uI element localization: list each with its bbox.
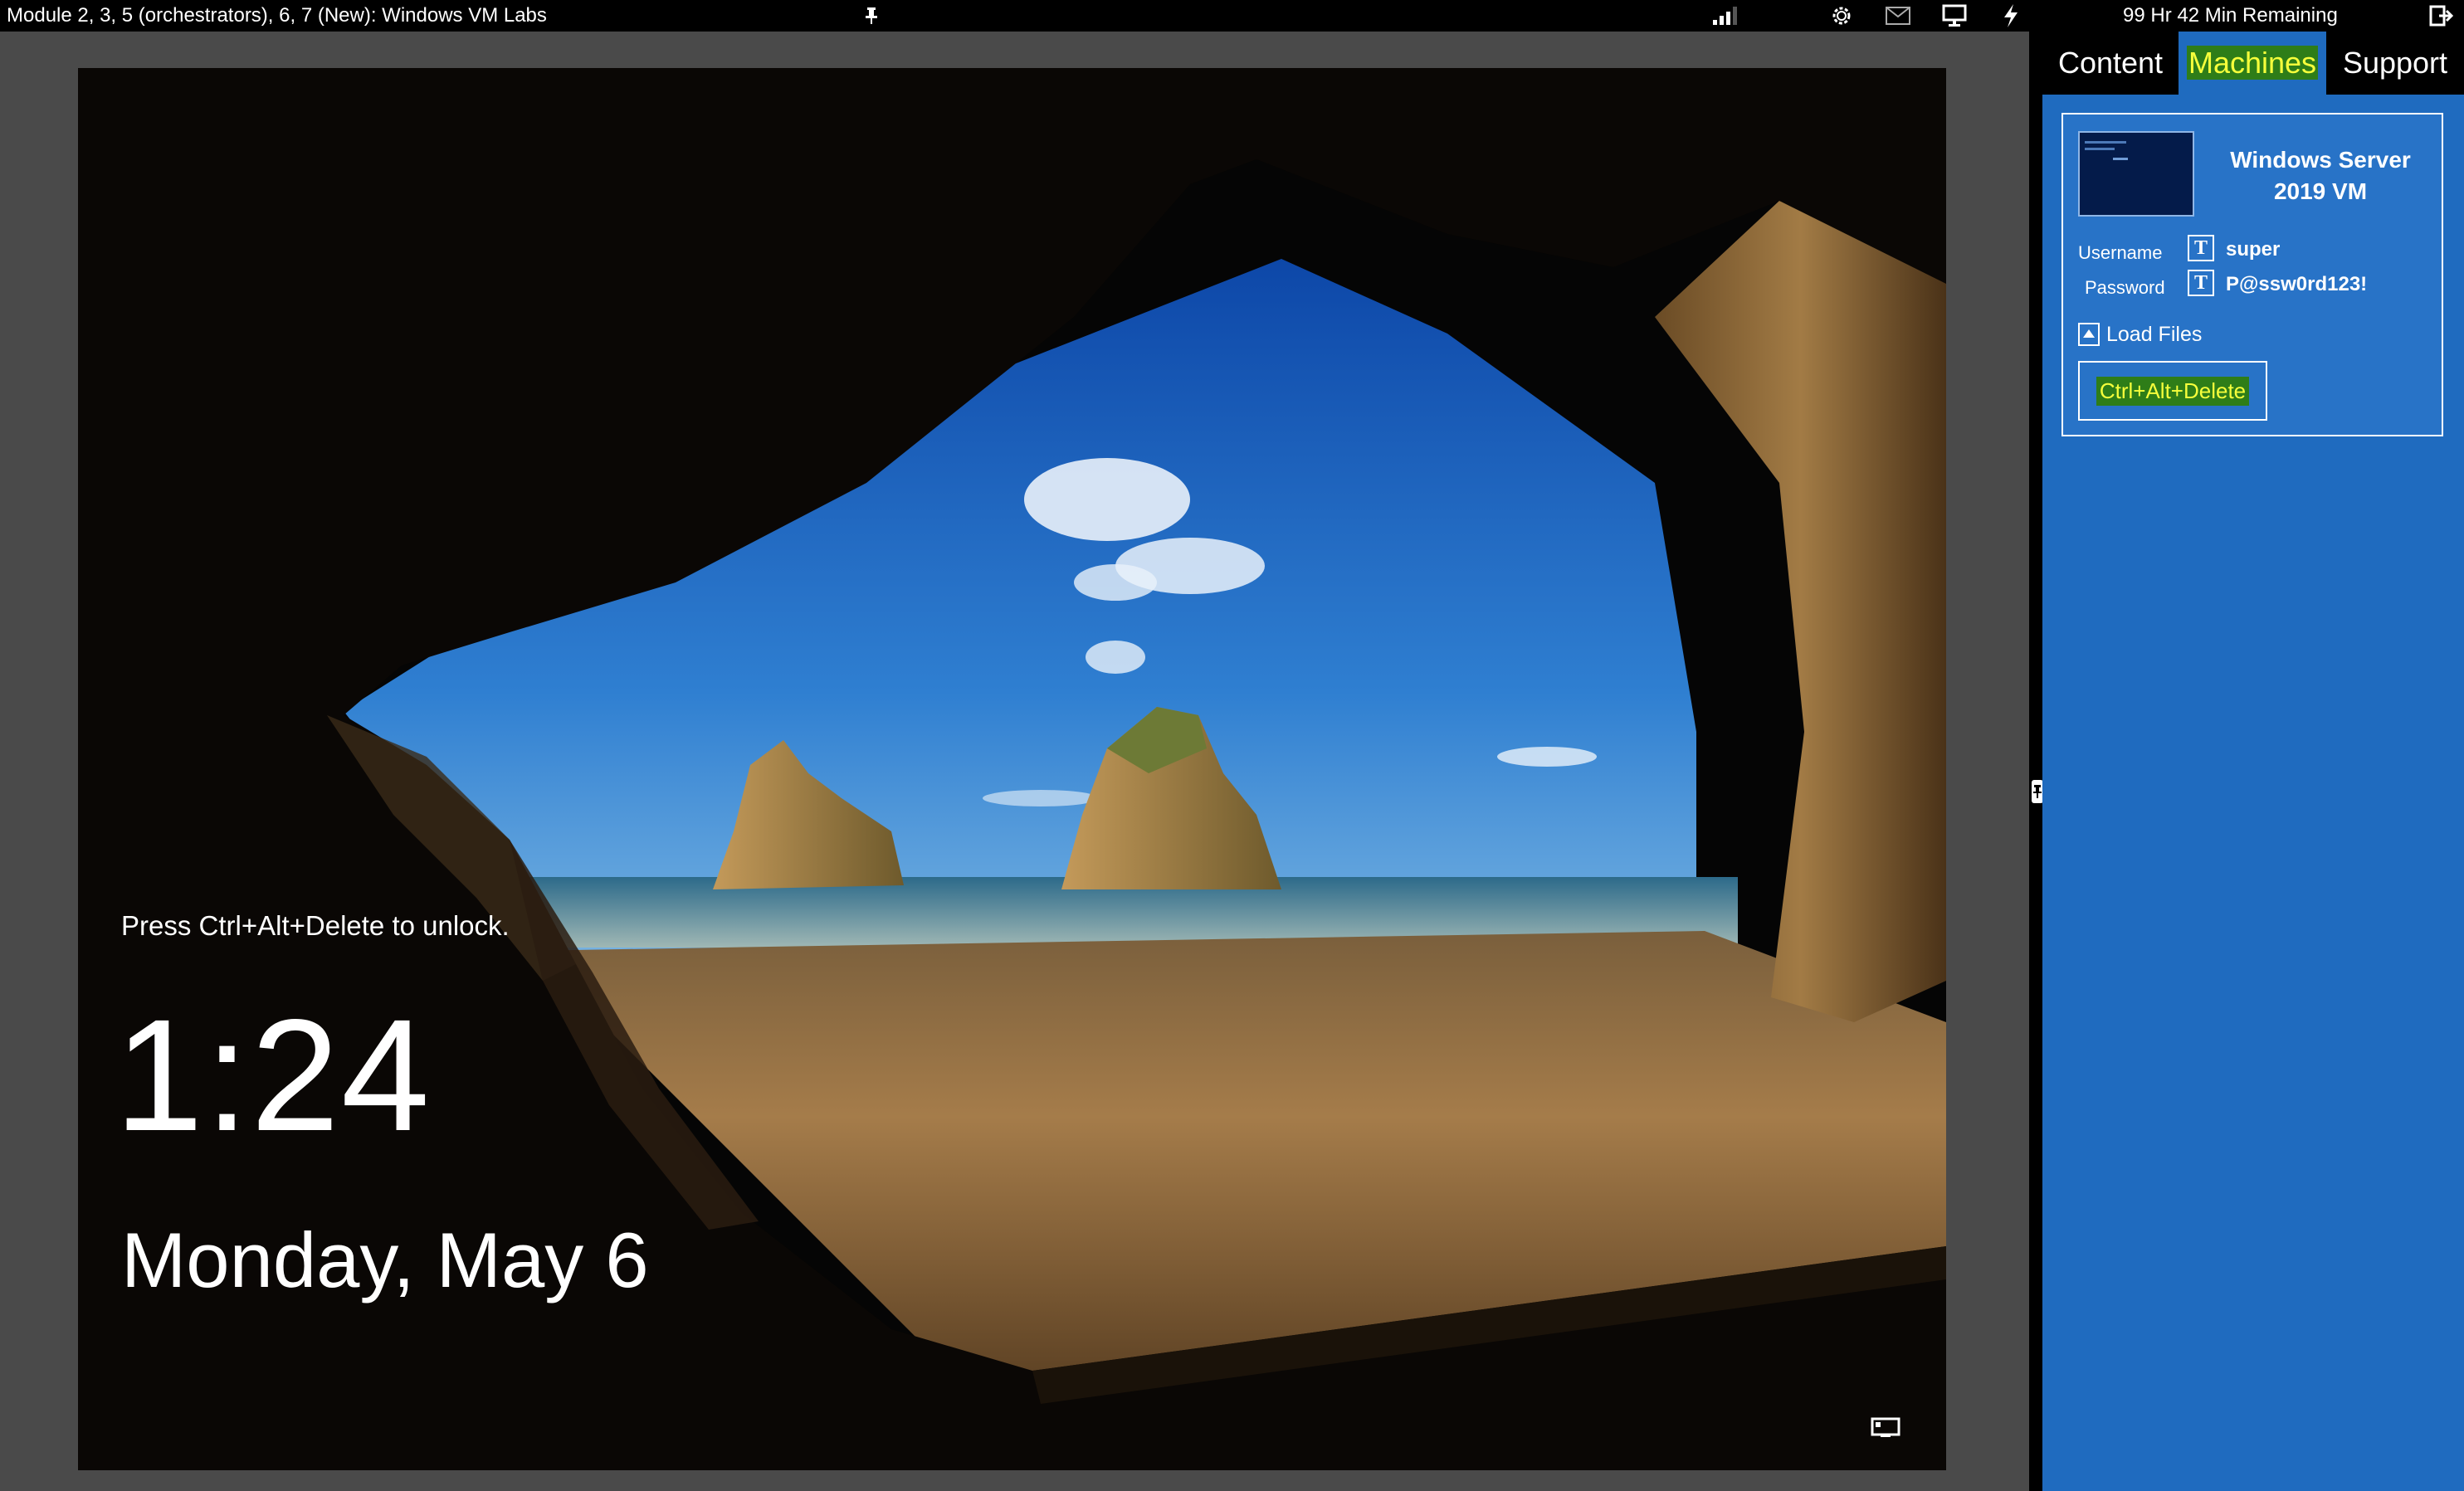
type-username-icon[interactable]: T (2188, 235, 2214, 261)
username-label: Username (2078, 242, 2163, 263)
tab-content[interactable]: Content (2042, 32, 2179, 95)
password-label: Password (2085, 277, 2165, 298)
unlock-instruction: Press Ctrl+Alt+Delete to unlock. (121, 910, 510, 941)
pin-icon[interactable] (857, 2, 886, 30)
password-value: P@ssw0rd123! (2226, 273, 2368, 295)
vm-thumbnail[interactable] (2078, 131, 2194, 217)
splitter-pin-icon[interactable] (2032, 780, 2043, 803)
lightning-icon[interactable] (1997, 2, 2025, 30)
tab-support[interactable]: Support (2326, 32, 2464, 95)
ctrl-alt-delete-button[interactable]: Ctrl+Alt+Delete (2078, 361, 2267, 421)
machine-card: Windows Server 2019 VM Username T super … (2061, 113, 2443, 436)
panel-splitter[interactable] (2029, 32, 2042, 1491)
lock-screen-time: 1:24 (115, 986, 432, 1164)
vm-name: Windows Server 2019 VM (2230, 147, 2411, 204)
tab-machines[interactable]: Machines (2179, 32, 2326, 95)
monitor-icon[interactable] (1940, 2, 1969, 30)
type-password-icon[interactable]: T (2188, 270, 2214, 296)
window-title: Module 2, 3, 5 (orchestrators), 6, 7 (Ne… (7, 4, 547, 27)
load-files-label: Load Files (2106, 322, 2203, 346)
ctrl-alt-delete-label: Ctrl+Alt+Delete (2096, 376, 2250, 406)
mail-icon[interactable] (1884, 2, 1912, 30)
lock-screen-date: Monday, May 6 (121, 1216, 649, 1303)
lab-side-panel: Content Machines Support Windows Server … (2042, 32, 2464, 1491)
load-files-button[interactable]: Load Files (2078, 320, 2202, 348)
settings-gear-icon[interactable] (1827, 2, 1856, 30)
ease-of-access-icon[interactable] (1869, 1416, 1902, 1445)
panel-tabs: Content Machines Support (2042, 32, 2464, 95)
username-value: super (2226, 238, 2281, 261)
top-bar: Module 2, 3, 5 (orchestrators), 6, 7 (Ne… (0, 0, 2464, 32)
signal-strength-icon[interactable] (1711, 2, 1739, 30)
vm-display[interactable]: Press Ctrl+Alt+Delete to unlock. 1:24 Mo… (78, 68, 1946, 1470)
time-remaining: 99 Hr 42 Min Remaining (2123, 4, 2338, 27)
upload-icon (2078, 323, 2100, 346)
exit-icon[interactable] (2427, 2, 2456, 30)
